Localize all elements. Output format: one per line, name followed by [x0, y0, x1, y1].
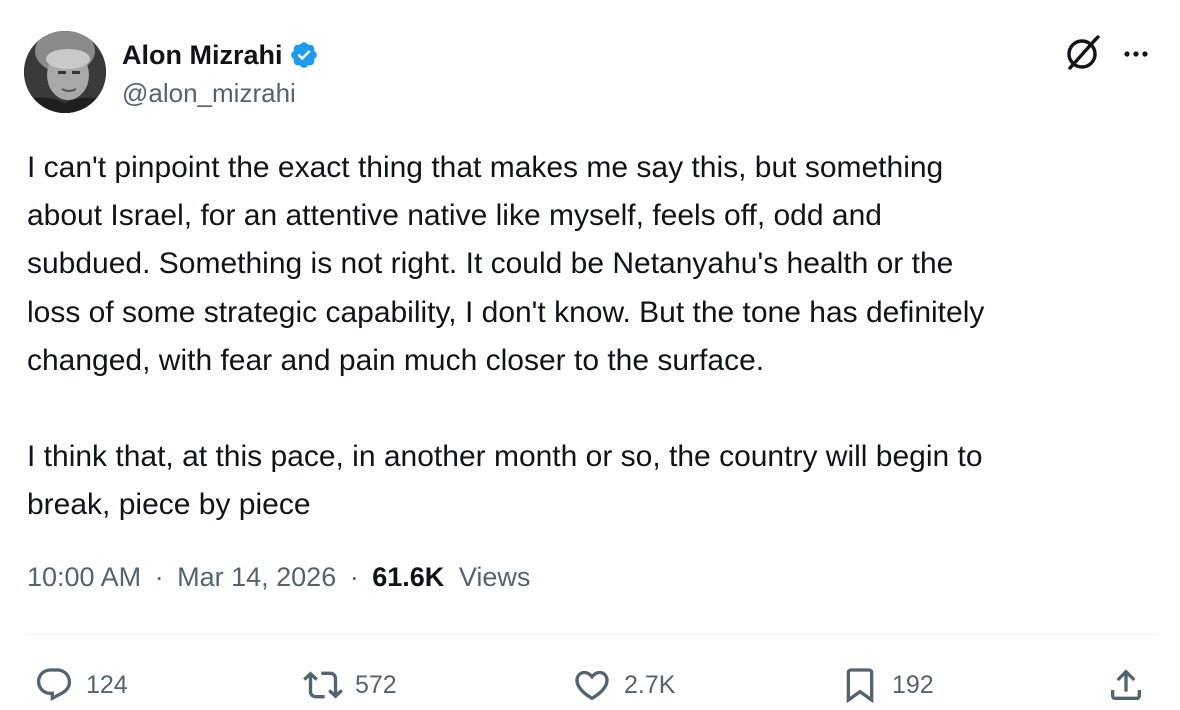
- heart-icon: [575, 670, 609, 701]
- tweet-line: I think that, at this pace, in another m…: [27, 440, 983, 474]
- share-icon: [1111, 669, 1141, 700]
- bookmark-button[interactable]: 192: [840, 660, 934, 710]
- share-button[interactable]: [1106, 660, 1146, 710]
- tweet-line: about Israel, for an attentive native li…: [27, 199, 882, 233]
- avatar-photo: [24, 31, 106, 113]
- avatar[interactable]: [24, 31, 106, 113]
- grok-icon[interactable]: [1062, 34, 1102, 74]
- author-name-row: Alon Mizrahi: [122, 36, 319, 74]
- divider: [27, 634, 1158, 635]
- like-button[interactable]: 2.7K: [572, 660, 675, 710]
- reply-button[interactable]: 124: [34, 660, 128, 710]
- like-count: 2.7K: [624, 670, 676, 699]
- author-handle[interactable]: @alon_mizrahi: [122, 78, 296, 109]
- tweet-line: break, piece by piece: [27, 488, 311, 522]
- tweet-text: I can't pinpoint the exact thing that ma…: [27, 144, 1162, 530]
- tweet-line: loss of some strategic capability, I don…: [27, 295, 985, 329]
- author-display-name[interactable]: Alon Mizrahi: [122, 40, 283, 71]
- retweet-icon: [303, 671, 343, 699]
- reply-count: 124: [86, 670, 128, 699]
- retweet-button[interactable]: 572: [303, 660, 397, 710]
- tweet-line: changed, with fear and pain much closer …: [27, 343, 765, 377]
- bookmark-icon: [846, 668, 874, 704]
- tweet-time[interactable]: 10:00 AM: [27, 562, 141, 592]
- more-horizontal-icon[interactable]: [1118, 44, 1154, 64]
- meta-separator: ·: [154, 562, 164, 592]
- reply-icon: [36, 668, 72, 702]
- tweet-meta: 10:00 AM · Mar 14, 2026 · 61.6K Views: [27, 562, 530, 593]
- tweet-card: Alon Mizrahi @alon_mizrahi I can't pinpo…: [0, 0, 1180, 709]
- bookmark-count: 192: [892, 670, 934, 699]
- tweet-date[interactable]: Mar 14, 2026: [177, 562, 336, 592]
- views-count[interactable]: 61.6K: [372, 562, 444, 592]
- tweet-line: subdued. Something is not right. It coul…: [27, 247, 954, 281]
- meta-separator: ·: [349, 562, 359, 592]
- views-label: Views: [458, 562, 531, 592]
- verified-badge-icon[interactable]: [289, 40, 319, 70]
- tweet-line: I can't pinpoint the exact thing that ma…: [27, 151, 944, 184]
- retweet-count: 572: [355, 670, 397, 699]
